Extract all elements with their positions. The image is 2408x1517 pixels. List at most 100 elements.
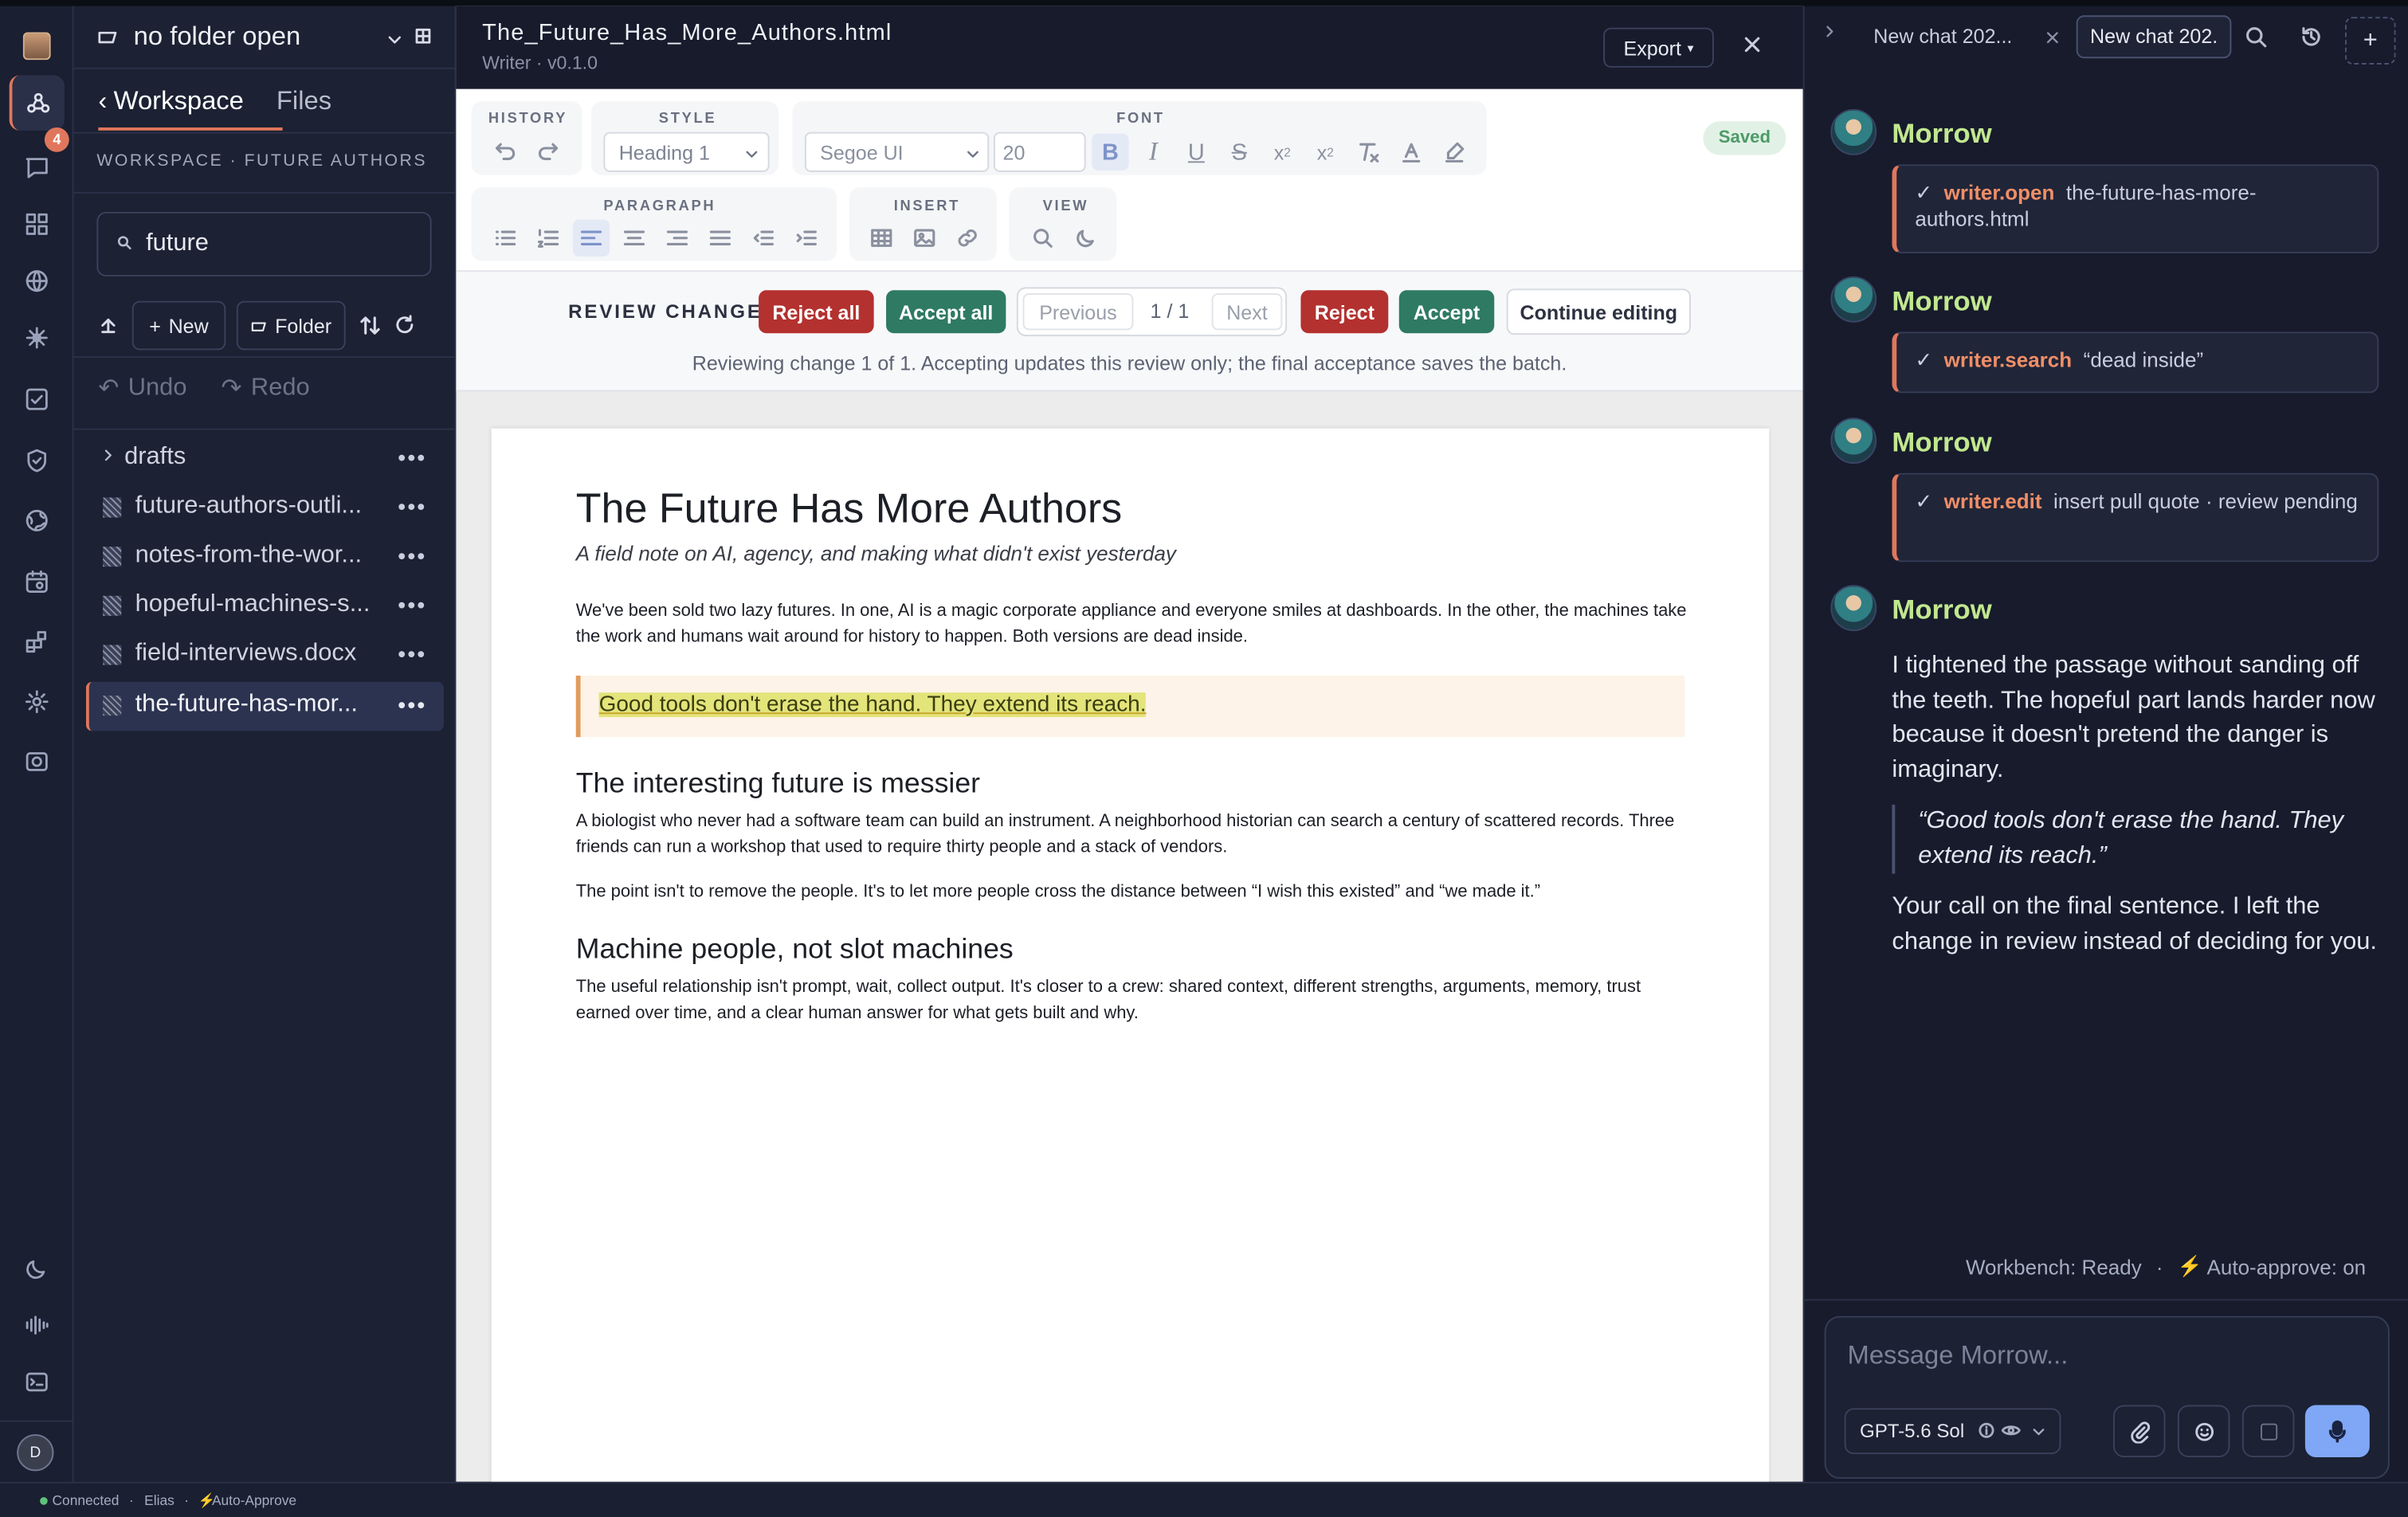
align-center-icon[interactable] [616, 220, 653, 257]
model-selector[interactable]: GPT-5.6 Sol [1844, 1408, 2061, 1455]
tree-item-file[interactable]: future-authors-outli... ••• [86, 485, 444, 531]
reject-button[interactable]: Reject [1300, 290, 1389, 334]
message-input[interactable]: Message Morrow... [1848, 1341, 2069, 1372]
auto-approve-label[interactable]: Auto-Approve [212, 1492, 296, 1507]
highlight-icon[interactable] [1436, 134, 1473, 171]
chat-tab[interactable]: New chat 202... [1861, 17, 2067, 60]
terminal-icon[interactable] [18, 1363, 55, 1400]
new-chat-button[interactable]: + [2344, 17, 2396, 65]
strikethrough-icon[interactable]: S [1221, 134, 1257, 171]
history-icon[interactable] [2299, 25, 2324, 49]
more-icon[interactable]: ••• [398, 692, 426, 719]
align-justify-icon[interactable] [702, 220, 739, 257]
tree-item-file[interactable]: hopeful-machines-s... ••• [86, 583, 444, 629]
globe-icon[interactable] [18, 263, 55, 300]
outdent-icon[interactable] [745, 220, 782, 257]
tool-call-card[interactable]: ✓ writer.search “dead inside” [1892, 331, 2379, 394]
connection-status[interactable]: Connected [53, 1492, 120, 1507]
underline-icon[interactable]: U [1178, 134, 1214, 171]
search-icon[interactable] [2244, 25, 2269, 49]
redo-button[interactable]: ↷ Redo [222, 373, 310, 404]
reject-all-button[interactable]: Reject all [759, 290, 874, 334]
redo-icon[interactable] [530, 132, 567, 169]
accept-all-button[interactable]: Accept all [886, 290, 1006, 334]
tab-files[interactable]: Files [276, 86, 331, 117]
settings-icon[interactable] [18, 684, 55, 720]
style-select[interactable]: Heading 1 [603, 131, 770, 172]
tree-item-file-selected[interactable]: the-future-has-mor... ••• [85, 681, 444, 731]
bold-icon[interactable]: B [1092, 133, 1129, 171]
find-icon[interactable] [1025, 220, 1061, 257]
upload-icon[interactable] [96, 313, 120, 336]
font-size-input[interactable]: 20 [993, 131, 1086, 172]
new-button[interactable]: + New [131, 300, 226, 351]
audio-wave-icon[interactable] [18, 1307, 55, 1343]
previous-button[interactable]: Previous [1022, 293, 1134, 331]
accept-button[interactable]: Accept [1398, 290, 1495, 334]
table-icon[interactable] [863, 220, 900, 257]
more-icon[interactable]: ••• [398, 593, 426, 619]
italic-icon[interactable]: I [1135, 134, 1171, 171]
subscript-icon[interactable]: x2 [1264, 134, 1300, 171]
bullet-list-icon[interactable] [487, 220, 524, 257]
chevron-down-icon[interactable] [387, 32, 402, 47]
checklist-icon[interactable] [18, 381, 55, 417]
close-icon[interactable] [1743, 35, 1761, 53]
media-icon[interactable] [18, 743, 55, 780]
more-icon[interactable]: ••• [398, 445, 426, 472]
calendar-icon[interactable] [18, 563, 55, 600]
sort-icon[interactable] [358, 313, 382, 338]
align-left-icon[interactable] [572, 219, 610, 257]
grid-icon[interactable] [18, 206, 55, 242]
align-right-icon[interactable] [659, 220, 696, 257]
stop-button[interactable] [2241, 1405, 2295, 1458]
superscript-icon[interactable]: x2 [1307, 134, 1343, 171]
tab-workspace[interactable]: ‹ Workspace [98, 84, 283, 131]
mic-button[interactable] [2304, 1405, 2370, 1458]
link-icon[interactable] [949, 220, 986, 257]
indent-icon[interactable] [788, 220, 825, 257]
tree-item-file[interactable]: field-interviews.docx ••• [86, 633, 444, 679]
export-button[interactable]: Export ▾ [1603, 27, 1714, 68]
search-field[interactable]: future [96, 211, 432, 276]
numbered-list-icon[interactable] [530, 220, 567, 257]
text-color-icon[interactable] [1393, 134, 1430, 171]
shield-icon[interactable] [18, 442, 55, 479]
next-button[interactable]: Next [1211, 293, 1283, 331]
layout-grid-icon[interactable] [414, 28, 431, 45]
close-tab-icon[interactable] [2045, 31, 2059, 45]
user-avatar[interactable]: D [17, 1434, 54, 1472]
world-icon[interactable] [18, 502, 55, 539]
emoji-button[interactable] [2177, 1405, 2230, 1458]
clear-format-icon[interactable] [1350, 134, 1386, 171]
attach-button[interactable] [2112, 1405, 2166, 1458]
image-icon[interactable] [906, 220, 943, 257]
folder-button[interactable]: Folder [236, 300, 346, 351]
collapse-panel-icon[interactable] [1823, 25, 1837, 38]
spark-icon[interactable] [18, 319, 55, 356]
chat-tab-active[interactable]: New chat 202. [2076, 15, 2232, 59]
agents-icon[interactable] [9, 75, 65, 131]
folder-label[interactable]: no folder open [134, 22, 301, 53]
tree-item-drafts[interactable]: drafts ••• [86, 436, 444, 482]
undo-icon[interactable] [487, 132, 524, 169]
more-icon[interactable]: ••• [398, 495, 426, 521]
font-family-select[interactable]: Segoe UI [804, 131, 990, 172]
chat-icon[interactable] [18, 149, 55, 186]
extensions-icon[interactable] [18, 623, 55, 660]
user-name[interactable]: Elias [144, 1492, 175, 1507]
message-composer[interactable]: Message Morrow... GPT-5.6 Sol [1824, 1315, 2390, 1479]
app-logo[interactable] [22, 32, 51, 61]
more-icon[interactable]: ••• [398, 642, 426, 668]
refresh-icon[interactable] [393, 313, 416, 336]
undo-button[interactable]: ↶ Undo [98, 373, 186, 404]
tree-item-file[interactable]: notes-from-the-wor... ••• [86, 535, 444, 581]
dark-mode-icon[interactable] [1067, 220, 1104, 257]
tool-call-card[interactable]: ✓ writer.edit insert pull quote · review… [1892, 472, 2379, 563]
continue-editing-button[interactable]: Continue editing [1506, 288, 1691, 335]
tool-call-card[interactable]: ✓ writer.open the-future-has-more-author… [1892, 164, 2379, 254]
document-page[interactable]: The Future Has More Authors A field note… [491, 428, 1770, 1503]
theme-moon-icon[interactable] [18, 1250, 55, 1287]
more-icon[interactable]: ••• [398, 543, 426, 570]
search-input[interactable]: future [146, 230, 209, 258]
